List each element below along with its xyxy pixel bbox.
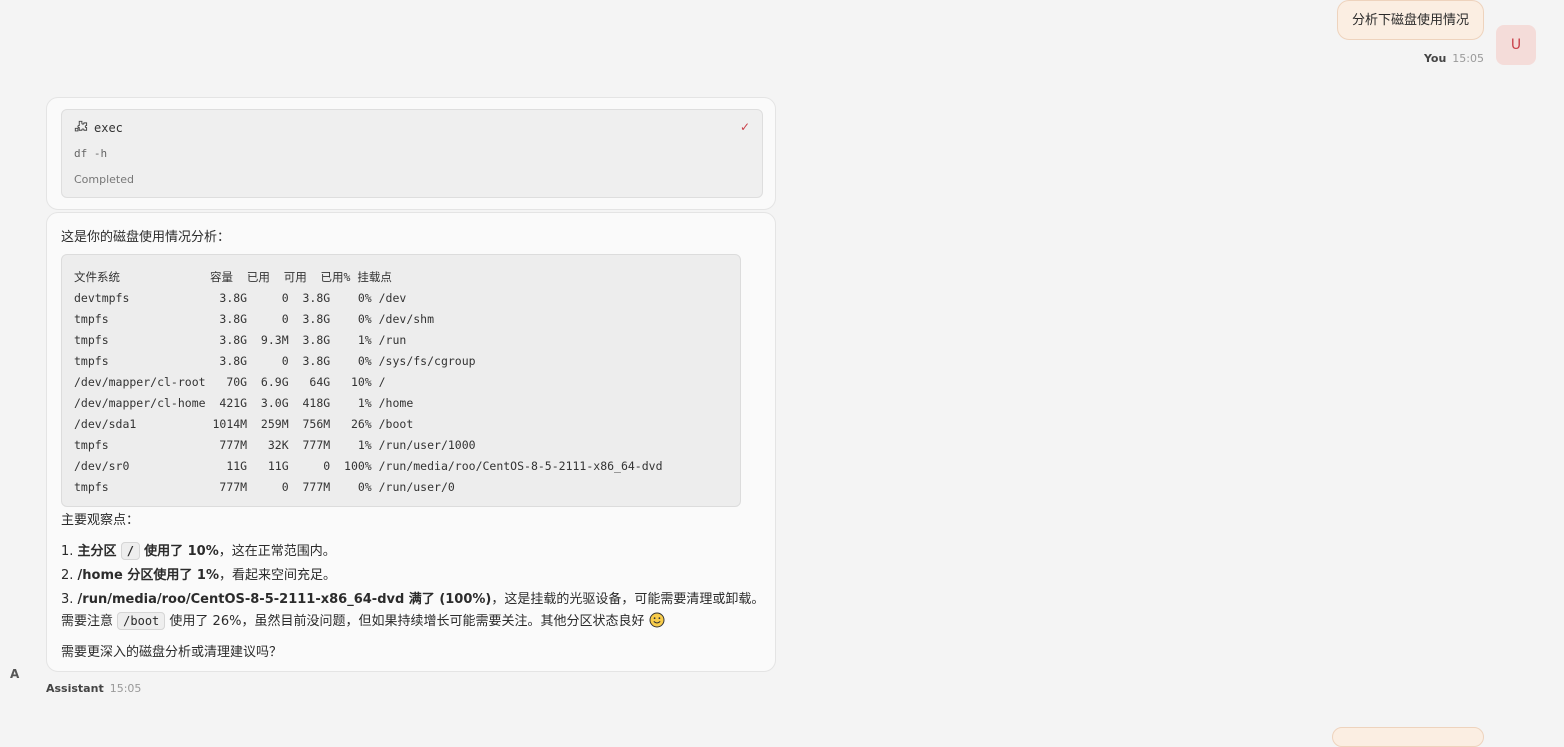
note-paragraph: 需要注意 /boot 使用了 26%，虽然目前没问题，但如果持续增长可能需要关注… [61,610,665,630]
assistant-message-card: 这是你的磁盘使用情况分析： 文件系统 容量 已用 可用 已用% 挂载点 devt… [46,212,776,672]
user-message-meta: You 15:05 [1424,52,1484,65]
list-number: 1. [61,544,74,559]
list-text: ，这是挂载的光驱设备，可能需要清理或卸载。 [491,592,765,607]
list-item: 1. 主分区 / 使用了 10%，这在正常范围内。 [61,539,764,564]
assistant-intro: 这是你的磁盘使用情况分析： [61,230,231,245]
assistant-message-time: 15:05 [109,682,142,695]
tool-status: Completed [74,173,134,186]
closing-question: 需要更深入的磁盘分析或清理建议吗？ [61,645,283,660]
list-bold-text: 主分区 [77,544,117,559]
tool-call-card: exec ✓ df -h Completed [46,97,776,210]
user-message-time: 15:05 [1452,52,1484,65]
code-block: 文件系统 容量 已用 可用 已用% 挂载点 devtmpfs 3.8G 0 3.… [61,254,741,507]
tool-call-panel[interactable]: exec ✓ df -h Completed [61,109,763,198]
list-bold-text: /run/media/roo/CentOS-8-5-2111-x86_64-dv… [77,592,492,607]
inline-code: /boot [117,612,166,630]
tool-name: exec [94,121,123,135]
table-row: /dev/sr0 11G 11G 0 100% /run/media/roo/C… [74,459,663,473]
list-item: 2. /home 分区使用了 1%，看起来空间充足。 [61,564,764,589]
tool-call-header: exec [74,120,123,135]
table-row: tmpfs 3.8G 9.3M 3.8G 1% /run [74,333,407,347]
list-item: 3. /run/media/roo/CentOS-8-5-2111-x86_64… [61,588,764,613]
inline-code: / [120,542,140,560]
list-number: 2. [61,567,74,583]
tool-command: df -h [74,147,108,160]
list-bold-text: 使用了 10% [144,544,219,559]
table-row: tmpfs 3.8G 0 3.8G 0% /dev/shm [74,312,435,326]
table-row: /dev/sda1 1014M 259M 756M 26% /boot [74,417,414,431]
table-row: tmpfs 3.8G 0 3.8G 0% /sys/fs/cgroup [74,354,476,368]
observations-list: 1. 主分区 / 使用了 10%，这在正常范围内。 2. /home 分区使用了… [61,539,764,613]
user-message-row: 分析下磁盘使用情况 U You 15:05 [0,0,1564,70]
table-row: /dev/mapper/cl-root 70G 6.9G 64G 10% / [74,375,386,389]
next-user-message-bubble [1332,727,1484,747]
list-bold-text: /home 分区使用了 1% [77,567,219,583]
df-output-table: 文件系统 容量 已用 可用 已用% 挂载点 devtmpfs 3.8G 0 3.… [74,267,663,498]
table-row: tmpfs 777M 32K 777M 1% /run/user/1000 [74,438,476,452]
check-icon: ✓ [739,120,750,134]
list-number: 3. [61,592,74,607]
assistant-message-meta: Assistant 15:05 [46,682,141,695]
list-text: ，看起来空间充足。 [218,567,336,583]
puzzle-icon [74,120,88,132]
smile-emoji-icon [649,612,665,628]
observations-title: 主要观察点： [61,513,140,528]
note-text: 使用了 26%，虽然目前没问题，但如果持续增长可能需要关注。其他分区状态良好 [169,614,645,629]
table-row: tmpfs 777M 0 777M 0% /run/user/0 [74,480,455,494]
note-text: 需要注意 [61,614,114,629]
assistant-sender-name: Assistant [46,682,104,695]
user-sender-name: You [1423,52,1447,65]
user-avatar[interactable]: U [1496,25,1536,65]
table-header: 文件系统 容量 已用 可用 已用% 挂载点 [74,270,392,284]
table-row: devtmpfs 3.8G 0 3.8G 0% /dev [74,291,407,305]
assistant-avatar[interactable]: A [10,667,19,681]
user-message-bubble: 分析下磁盘使用情况 [1336,0,1484,40]
list-text: ，这在正常范围内。 [218,544,336,559]
table-row: /dev/mapper/cl-home 421G 3.0G 418G 1% /h… [74,396,414,410]
